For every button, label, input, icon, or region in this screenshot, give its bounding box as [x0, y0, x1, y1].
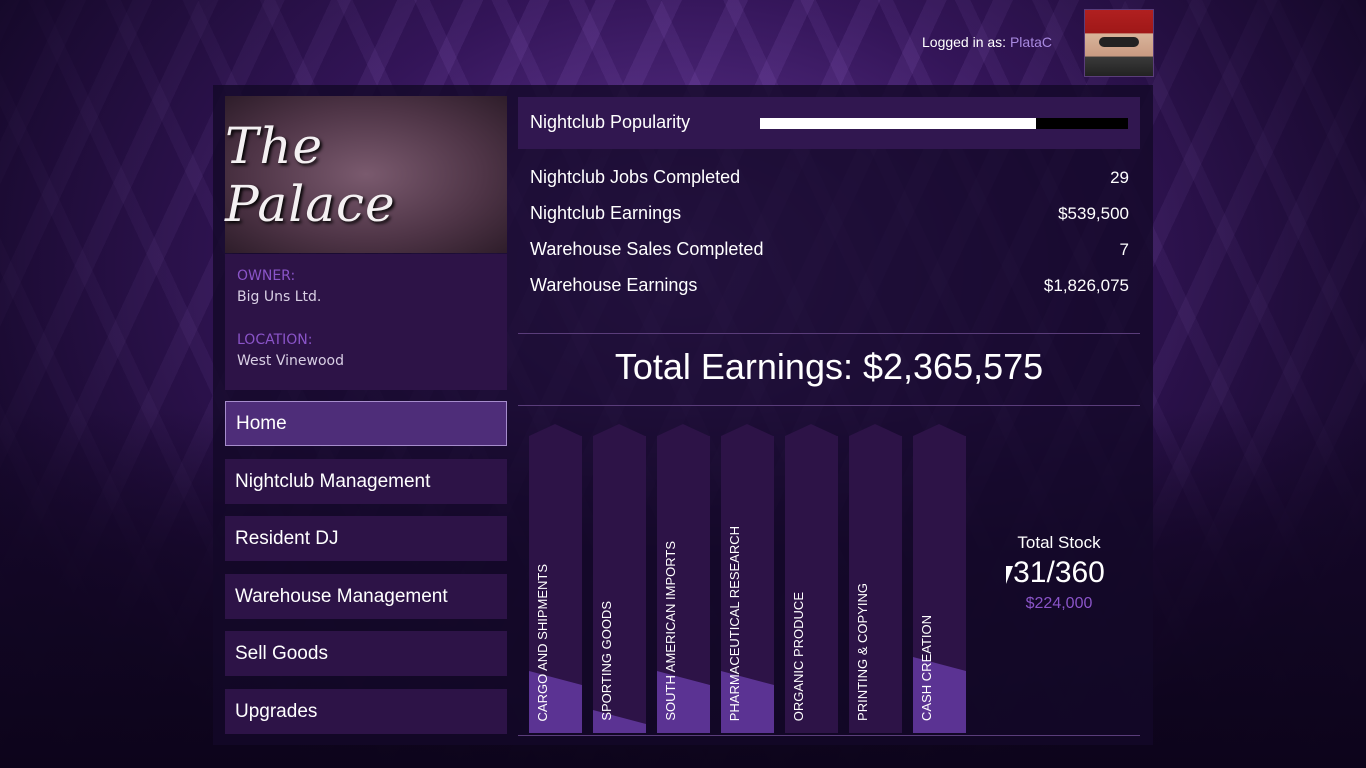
goods-column-cap [657, 424, 709, 436]
divider-bottom [518, 735, 1140, 736]
stat-label-warehouse-earnings: Warehouse Earnings [530, 275, 698, 295]
stat-value-warehouse-sales: 7 [1119, 240, 1129, 259]
goods-column-cap [785, 424, 837, 436]
stat-value-jobs: 29 [1110, 168, 1129, 187]
goods-column: CASH CREATION [913, 424, 966, 733]
nav-nightclub-management[interactable]: Nightclub Management [225, 459, 507, 504]
goods-column-label: PRINTING & COPYING [855, 583, 870, 721]
club-logo-text: The Palace [225, 116, 396, 233]
goods-column: PHARMACEUTICAL RESEARCH [721, 424, 774, 733]
mouse-cursor-icon [1006, 566, 1013, 584]
stock-value: $224,000 [1025, 595, 1093, 612]
goods-column: PRINTING & COPYING [849, 424, 902, 733]
divider-middle [518, 405, 1140, 406]
popularity-label: Nightclub Popularity [530, 112, 691, 132]
goods-column-label: SPORTING GOODS [599, 601, 614, 721]
goods-column-label: PHARMACEUTICAL RESEARCH [727, 525, 742, 721]
avatar [1084, 9, 1154, 77]
nav-warehouse-management[interactable]: Warehouse Management [225, 574, 507, 619]
total-earnings: Total Earnings: $2,365,575 [614, 346, 1044, 387]
stock-title: Total Stock [1017, 533, 1101, 552]
popularity-bar [760, 118, 1128, 129]
goods-column-cap [913, 424, 965, 436]
goods-column: ORGANIC PRODUCE [785, 424, 838, 733]
logged-in-label: Logged in as: [922, 34, 1007, 50]
stat-value-warehouse-earnings: $1,826,075 [1043, 276, 1129, 295]
stock-count: 31/360 [1013, 556, 1105, 589]
stat-label-jobs: Nightclub Jobs Completed [530, 167, 741, 187]
nav-nightclub-management-label: Nightclub Management [235, 470, 431, 492]
username: PlataC [1009, 34, 1052, 50]
stat-value-nightclub-earnings: $539,500 [1058, 204, 1129, 223]
avatar-glasses [1099, 37, 1139, 47]
goods-column-fill [593, 710, 646, 733]
nav-warehouse-management-label: Warehouse Management [235, 585, 448, 607]
goods-column-label: CARGO AND SHIPMENTS [535, 563, 550, 721]
stat-label-warehouse-sales: Warehouse Sales Completed [530, 239, 764, 259]
nav-sell-goods-label: Sell Goods [235, 642, 328, 664]
goods-column-cap [721, 424, 773, 436]
goods-column: CARGO AND SHIPMENTS [529, 424, 582, 733]
nav-sell-goods[interactable]: Sell Goods [225, 631, 507, 676]
goods-column: SPORTING GOODS [593, 424, 646, 733]
location-value: West Vinewood [237, 353, 344, 369]
goods-column-cap [593, 424, 645, 436]
goods-column-cap [849, 424, 901, 436]
login-status: Logged in as: PlataC [922, 34, 1052, 50]
nav-upgrades-label: Upgrades [235, 700, 318, 722]
nav-home[interactable]: Home [225, 401, 507, 446]
popularity-row: Nightclub Popularity [518, 97, 1140, 149]
divider-top [518, 333, 1140, 334]
stat-label-nightclub-earnings: Nightclub Earnings [530, 203, 682, 223]
nav-upgrades[interactable]: Upgrades [225, 689, 507, 734]
popularity-bar-fill [760, 118, 1036, 129]
goods-column: SOUTH AMERICAN IMPORTS [657, 424, 710, 733]
owner-label: OWNER: [237, 268, 296, 284]
goods-column-cap [529, 424, 581, 436]
nav-resident-dj-label: Resident DJ [235, 527, 339, 549]
goods-column-label: ORGANIC PRODUCE [791, 591, 806, 721]
goods-column-label: SOUTH AMERICAN IMPORTS [663, 541, 678, 721]
goods-column-label: CASH CREATION [919, 615, 934, 721]
nav-home-label: Home [236, 412, 287, 434]
location-label: LOCATION: [237, 332, 313, 348]
nav-resident-dj[interactable]: Resident DJ [225, 516, 507, 561]
club-info: OWNER: Big Uns Ltd. LOCATION: West Vinew… [225, 254, 507, 390]
club-logo: The Palace [225, 96, 507, 253]
owner-value: Big Uns Ltd. [237, 289, 322, 305]
